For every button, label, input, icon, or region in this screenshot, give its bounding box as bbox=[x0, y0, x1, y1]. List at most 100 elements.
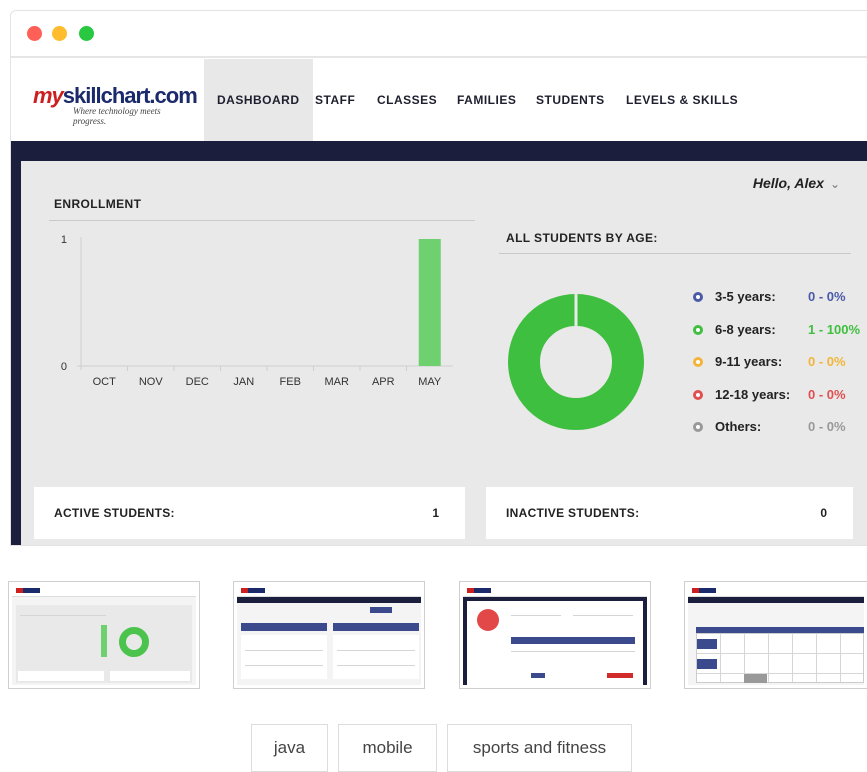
thumb-calendar-grid bbox=[696, 633, 864, 683]
close-window-dot[interactable] bbox=[27, 26, 42, 41]
thumb-table-header bbox=[241, 623, 327, 631]
enrollment-x-tick: FEB bbox=[280, 376, 301, 388]
thumb-card bbox=[110, 671, 190, 681]
thumb-line bbox=[245, 650, 323, 651]
age-legend-row: Others: 0 - 0% bbox=[693, 419, 867, 452]
thumb-dark-bar bbox=[688, 597, 864, 603]
enrollment-x-tick: NOV bbox=[139, 376, 164, 388]
thumb-line bbox=[511, 615, 561, 616]
age-legend-row: 12-18 years: 0 - 0% bbox=[693, 387, 867, 420]
age-legend-value: 0 - 0% bbox=[808, 386, 846, 402]
inactive-students-card: INACTIVE STUDENTS: 0 bbox=[486, 487, 853, 539]
brand-logo[interactable]: myskillchart.com Where technology meets … bbox=[33, 83, 198, 126]
inactive-students-label: INACTIVE STUDENTS: bbox=[506, 506, 640, 520]
active-students-card: ACTIVE STUDENTS: 1 bbox=[34, 487, 465, 539]
enrollment-chart: 0 1 OCT NOV DEC JAN FEB MAR APR MAY bbox=[49, 229, 469, 399]
thumb-event bbox=[697, 639, 717, 649]
thumb-line bbox=[511, 651, 635, 652]
user-greeting: Hello, Alex bbox=[752, 175, 824, 191]
thumb-logo bbox=[692, 588, 716, 593]
app-navbar: myskillchart.com Where technology meets … bbox=[11, 59, 867, 141]
tag-java[interactable]: java bbox=[251, 724, 328, 772]
thumb-header bbox=[463, 585, 647, 597]
thumb-line bbox=[337, 665, 415, 666]
brand-name-rest: skillchart.com bbox=[62, 83, 198, 108]
thumbnail-dashboard[interactable] bbox=[8, 581, 200, 689]
age-legend-label: 3-5 years: bbox=[715, 289, 776, 304]
age-legend: 3-5 years: 0 - 0% 6-8 years: 1 - 100% 9-11 y… bbox=[693, 289, 867, 452]
enrollment-chart-svg: 0 1 OCT NOV DEC JAN FEB MAR APR MAY bbox=[61, 234, 453, 388]
legend-ring-icon bbox=[693, 292, 703, 302]
thumb-logo bbox=[16, 588, 40, 593]
portfolio-page: myskillchart.com Where technology meets … bbox=[0, 0, 867, 772]
enrollment-x-tick: OCT bbox=[93, 376, 117, 388]
thumbnail-calendar[interactable] bbox=[684, 581, 867, 689]
thumb-bar bbox=[101, 625, 107, 657]
thumb-button bbox=[370, 607, 392, 613]
enrollment-title: ENROLLMENT bbox=[54, 197, 142, 211]
window-titlebar bbox=[11, 11, 867, 58]
enrollment-x-tick: JAN bbox=[233, 376, 254, 388]
thumb-event bbox=[697, 659, 717, 669]
tag-sports-and-fitness[interactable]: sports and fitness bbox=[447, 724, 632, 772]
thumb-logo bbox=[241, 588, 265, 593]
age-legend-label: 9-11 years: bbox=[715, 354, 783, 369]
brand-name-prefix: my bbox=[33, 83, 64, 108]
nav-staff[interactable]: STAFF bbox=[315, 59, 355, 141]
age-donut-svg bbox=[508, 293, 644, 430]
thumb-selected-day bbox=[744, 674, 767, 683]
active-students-label: ACTIVE STUDENTS: bbox=[54, 506, 175, 520]
age-donut-chart bbox=[501, 287, 651, 437]
age-title: ALL STUDENTS BY AGE: bbox=[506, 231, 658, 245]
enrollment-x-tick: DEC bbox=[186, 376, 209, 388]
thumb-donut bbox=[119, 627, 149, 657]
thumb-line bbox=[573, 615, 633, 616]
maximize-window-dot[interactable] bbox=[79, 26, 94, 41]
age-legend-value: 0 - 0% bbox=[808, 419, 846, 434]
age-legend-row: 3-5 years: 0 - 0% bbox=[693, 289, 867, 322]
legend-ring-icon bbox=[693, 324, 703, 335]
thumb-avatar bbox=[477, 609, 499, 631]
legend-ring-icon bbox=[693, 422, 703, 432]
active-students-value: 1 bbox=[432, 506, 439, 520]
thumb-dark-bar bbox=[237, 597, 421, 603]
thumb-button bbox=[531, 673, 545, 678]
thumbnail-levels[interactable] bbox=[233, 581, 425, 689]
thumb-section-bar bbox=[511, 637, 635, 644]
nav-classes[interactable]: CLASSES bbox=[377, 59, 437, 141]
enrollment-x-tick: MAR bbox=[325, 376, 350, 388]
age-legend-value: 1 - 100% bbox=[808, 321, 861, 337]
user-menu[interactable]: Hello, Alex ⌄ bbox=[753, 175, 840, 191]
thumbnail-levels-preview bbox=[237, 585, 421, 685]
enrollment-bar bbox=[418, 239, 441, 366]
thumb-table-header bbox=[333, 623, 419, 631]
thumbnail-dashboard-preview bbox=[12, 585, 196, 685]
enrollment-divider bbox=[49, 220, 475, 221]
tag-mobile[interactable]: mobile bbox=[338, 724, 437, 772]
thumb-button bbox=[607, 673, 633, 678]
thumb-table bbox=[241, 635, 327, 679]
age-legend-row: 6-8 years: 1 - 100% bbox=[693, 322, 867, 355]
legend-ring-icon bbox=[693, 389, 703, 400]
thumbnail-profile-preview bbox=[463, 585, 647, 685]
thumb-line bbox=[20, 615, 106, 616]
dashboard-panel: Hello, Alex ⌄ ENROLLMENT 0 1 OCT NOV DEC JAN FE… bbox=[21, 161, 867, 545]
enrollment-y-tick: 1 bbox=[61, 234, 67, 246]
thumb-table bbox=[333, 635, 419, 679]
nav-dashboard[interactable]: DASHBOARD bbox=[204, 59, 313, 141]
age-divider bbox=[499, 253, 851, 254]
thumb-logo bbox=[467, 588, 491, 593]
thumb-line bbox=[245, 665, 323, 666]
thumb-header bbox=[688, 585, 864, 597]
browser-window: myskillchart.com Where technology meets … bbox=[10, 10, 867, 546]
nav-students[interactable]: STUDENTS bbox=[536, 59, 605, 141]
nav-levels-skills[interactable]: LEVELS & SKILLS bbox=[626, 59, 738, 141]
nav-families[interactable]: FAMILIES bbox=[457, 59, 516, 141]
thumb-line bbox=[337, 650, 415, 651]
chevron-down-icon: ⌄ bbox=[829, 177, 840, 191]
thumb-header bbox=[12, 585, 196, 597]
thumb-card bbox=[18, 671, 104, 681]
inactive-students-value: 0 bbox=[820, 506, 827, 520]
minimize-window-dot[interactable] bbox=[52, 26, 67, 41]
thumbnail-student-profile[interactable] bbox=[459, 581, 651, 689]
